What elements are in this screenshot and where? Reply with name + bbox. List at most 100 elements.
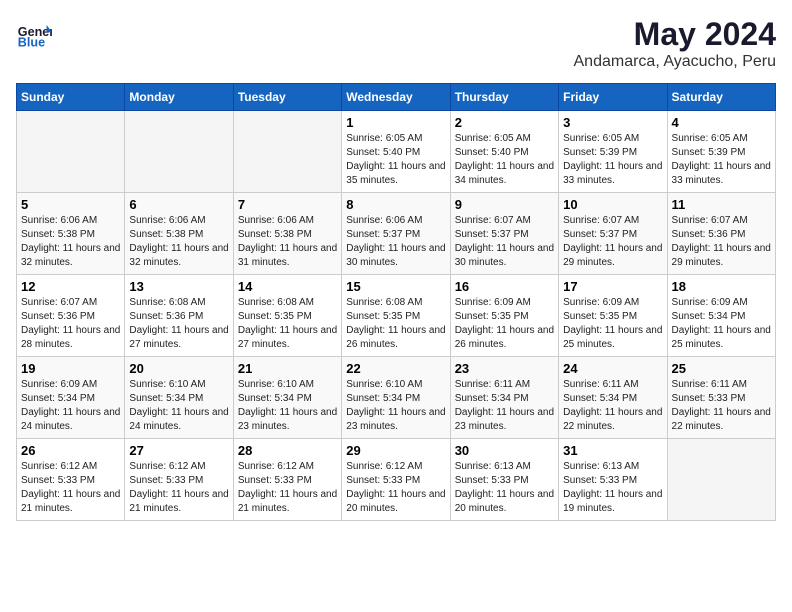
calendar-day-cell: 12 Sunrise: 6:07 AM Sunset: 5:36 PM Dayli… <box>17 275 125 357</box>
day-number: 17 <box>563 279 662 294</box>
day-number: 2 <box>455 115 554 130</box>
day-number: 28 <box>238 443 337 458</box>
day-info: Sunrise: 6:12 AM Sunset: 5:33 PM Dayligh… <box>129 460 228 516</box>
day-info: Sunrise: 6:11 AM Sunset: 5:33 PM Dayligh… <box>672 378 771 434</box>
day-number: 8 <box>346 197 445 212</box>
weekday-header-monday: Monday <box>125 84 233 111</box>
calendar-day-cell: 18Sunrise: 6:09 AM Sunset: 5:34 PM Dayli… <box>667 275 775 357</box>
calendar-day-cell: 19Sunrise: 6:09 AM Sunset: 5:34 PM Dayli… <box>17 357 125 439</box>
day-number: 27 <box>129 443 228 458</box>
day-number: 5 <box>21 197 120 212</box>
day-info: Sunrise: 6:07 AM Sunset: 5:37 PM Dayligh… <box>455 214 554 270</box>
day-info: Sunrise: 6:11 AM Sunset: 5:34 PM Dayligh… <box>455 378 554 434</box>
day-number: 9 <box>455 197 554 212</box>
weekday-header-row: SundayMondayTuesdayWednesdayThursdayFrid… <box>17 84 776 111</box>
calendar-day-cell <box>667 439 775 521</box>
day-number: 22 <box>346 361 445 376</box>
weekday-header-sunday: Sunday <box>17 84 125 111</box>
calendar-day-cell: 25 Sunrise: 6:11 AM Sunset: 5:33 PM Dayli… <box>667 357 775 439</box>
day-number: 14 <box>238 279 337 294</box>
calendar-day-cell: 15 Sunrise: 6:08 AM Sunset: 5:35 PM Dayli… <box>342 275 450 357</box>
day-info: Sunrise: 6:08 AM Sunset: 5:36 PM Dayligh… <box>129 296 228 352</box>
calendar-day-cell: 10Sunrise: 6:07 AM Sunset: 5:37 PM Dayli… <box>559 193 667 275</box>
calendar-day-cell: 20 Sunrise: 6:10 AM Sunset: 5:34 PM Dayli… <box>125 357 233 439</box>
day-number: 31 <box>563 443 662 458</box>
day-info: Sunrise: 6:07 AM Sunset: 5:37 PM Dayligh… <box>563 214 662 270</box>
day-info: Sunrise: 6:05 AM Sunset: 5:40 PM Dayligh… <box>455 132 554 188</box>
day-number: 15 <box>346 279 445 294</box>
calendar-day-cell: 14 Sunrise: 6:08 AM Sunset: 5:35 PM Dayli… <box>233 275 341 357</box>
title-block: May 2024 Andamarca, Ayacucho, Peru <box>574 16 777 71</box>
day-info: Sunrise: 6:08 AM Sunset: 5:35 PM Dayligh… <box>346 296 445 352</box>
day-info: Sunrise: 6:10 AM Sunset: 5:34 PM Dayligh… <box>238 378 337 434</box>
day-info: Sunrise: 6:07 AM Sunset: 5:36 PM Dayligh… <box>672 214 771 270</box>
weekday-header-saturday: Saturday <box>667 84 775 111</box>
day-info: Sunrise: 6:13 AM Sunset: 5:33 PM Dayligh… <box>455 460 554 516</box>
calendar-day-cell: 30 Sunrise: 6:13 AM Sunset: 5:33 PM Dayli… <box>450 439 558 521</box>
day-number: 6 <box>129 197 228 212</box>
day-info: Sunrise: 6:12 AM Sunset: 5:33 PM Dayligh… <box>346 460 445 516</box>
day-info: Sunrise: 6:09 AM Sunset: 5:35 PM Dayligh… <box>455 296 554 352</box>
calendar-week-row: 12 Sunrise: 6:07 AM Sunset: 5:36 PM Dayli… <box>17 275 776 357</box>
calendar-day-cell: 2 Sunrise: 6:05 AM Sunset: 5:40 PM Daylig… <box>450 111 558 193</box>
day-number: 29 <box>346 443 445 458</box>
day-number: 11 <box>672 197 771 212</box>
calendar-week-row: 1 Sunrise: 6:05 AM Sunset: 5:40 PM Daylig… <box>17 111 776 193</box>
day-number: 16 <box>455 279 554 294</box>
day-number: 18 <box>672 279 771 294</box>
weekday-header-tuesday: Tuesday <box>233 84 341 111</box>
day-number: 25 <box>672 361 771 376</box>
day-number: 4 <box>672 115 771 130</box>
calendar-title: May 2024 <box>574 16 777 53</box>
calendar-day-cell: 4 Sunrise: 6:05 AM Sunset: 5:39 PM Daylig… <box>667 111 775 193</box>
day-info: Sunrise: 6:12 AM Sunset: 5:33 PM Dayligh… <box>21 460 120 516</box>
calendar-day-cell: 7 Sunrise: 6:06 AM Sunset: 5:38 PM Daylig… <box>233 193 341 275</box>
day-number: 3 <box>563 115 662 130</box>
calendar-day-cell: 28 Sunrise: 6:12 AM Sunset: 5:33 PM Dayli… <box>233 439 341 521</box>
day-info: Sunrise: 6:05 AM Sunset: 5:39 PM Dayligh… <box>672 132 771 188</box>
day-number: 19 <box>21 361 120 376</box>
day-info: Sunrise: 6:11 AM Sunset: 5:34 PM Dayligh… <box>563 378 662 434</box>
calendar-day-cell: 17 Sunrise: 6:09 AM Sunset: 5:35 PM Dayli… <box>559 275 667 357</box>
calendar-day-cell: 16 Sunrise: 6:09 AM Sunset: 5:35 PM Dayli… <box>450 275 558 357</box>
calendar-week-row: 19Sunrise: 6:09 AM Sunset: 5:34 PM Dayli… <box>17 357 776 439</box>
day-number: 24 <box>563 361 662 376</box>
calendar-day-cell: 9 Sunrise: 6:07 AM Sunset: 5:37 PM Daylig… <box>450 193 558 275</box>
day-info: Sunrise: 6:06 AM Sunset: 5:38 PM Dayligh… <box>21 214 120 270</box>
calendar-day-cell <box>17 111 125 193</box>
day-info: Sunrise: 6:13 AM Sunset: 5:33 PM Dayligh… <box>563 460 662 516</box>
day-info: Sunrise: 6:12 AM Sunset: 5:33 PM Dayligh… <box>238 460 337 516</box>
day-number: 30 <box>455 443 554 458</box>
day-number: 12 <box>21 279 120 294</box>
calendar-day-cell: 29 Sunrise: 6:12 AM Sunset: 5:33 PM Dayli… <box>342 439 450 521</box>
day-number: 13 <box>129 279 228 294</box>
day-number: 1 <box>346 115 445 130</box>
day-number: 23 <box>455 361 554 376</box>
day-info: Sunrise: 6:06 AM Sunset: 5:37 PM Dayligh… <box>346 214 445 270</box>
page-header: General Blue May 2024 Andamarca, Ayacuch… <box>16 16 776 71</box>
day-info: Sunrise: 6:07 AM Sunset: 5:36 PM Dayligh… <box>21 296 120 352</box>
calendar-day-cell: 8 Sunrise: 6:06 AM Sunset: 5:37 PM Daylig… <box>342 193 450 275</box>
logo: General Blue <box>16 16 52 52</box>
calendar-day-cell: 5 Sunrise: 6:06 AM Sunset: 5:38 PM Daylig… <box>17 193 125 275</box>
day-info: Sunrise: 6:10 AM Sunset: 5:34 PM Dayligh… <box>346 378 445 434</box>
calendar-day-cell: 27 Sunrise: 6:12 AM Sunset: 5:33 PM Dayli… <box>125 439 233 521</box>
day-number: 7 <box>238 197 337 212</box>
day-info: Sunrise: 6:05 AM Sunset: 5:40 PM Dayligh… <box>346 132 445 188</box>
calendar-day-cell: 6 Sunrise: 6:06 AM Sunset: 5:38 PM Daylig… <box>125 193 233 275</box>
day-info: Sunrise: 6:10 AM Sunset: 5:34 PM Dayligh… <box>129 378 228 434</box>
day-info: Sunrise: 6:06 AM Sunset: 5:38 PM Dayligh… <box>129 214 228 270</box>
calendar-day-cell: 24 Sunrise: 6:11 AM Sunset: 5:34 PM Dayli… <box>559 357 667 439</box>
day-info: Sunrise: 6:08 AM Sunset: 5:35 PM Dayligh… <box>238 296 337 352</box>
day-number: 20 <box>129 361 228 376</box>
weekday-header-friday: Friday <box>559 84 667 111</box>
day-info: Sunrise: 6:09 AM Sunset: 5:35 PM Dayligh… <box>563 296 662 352</box>
weekday-header-thursday: Thursday <box>450 84 558 111</box>
day-number: 21 <box>238 361 337 376</box>
calendar-day-cell: 3Sunrise: 6:05 AM Sunset: 5:39 PM Daylig… <box>559 111 667 193</box>
calendar-subtitle: Andamarca, Ayacucho, Peru <box>574 53 777 71</box>
logo-icon: General Blue <box>16 16 52 52</box>
calendar-day-cell: 13 Sunrise: 6:08 AM Sunset: 5:36 PM Dayli… <box>125 275 233 357</box>
day-info: Sunrise: 6:06 AM Sunset: 5:38 PM Dayligh… <box>238 214 337 270</box>
calendar-day-cell: 22 Sunrise: 6:10 AM Sunset: 5:34 PM Dayli… <box>342 357 450 439</box>
